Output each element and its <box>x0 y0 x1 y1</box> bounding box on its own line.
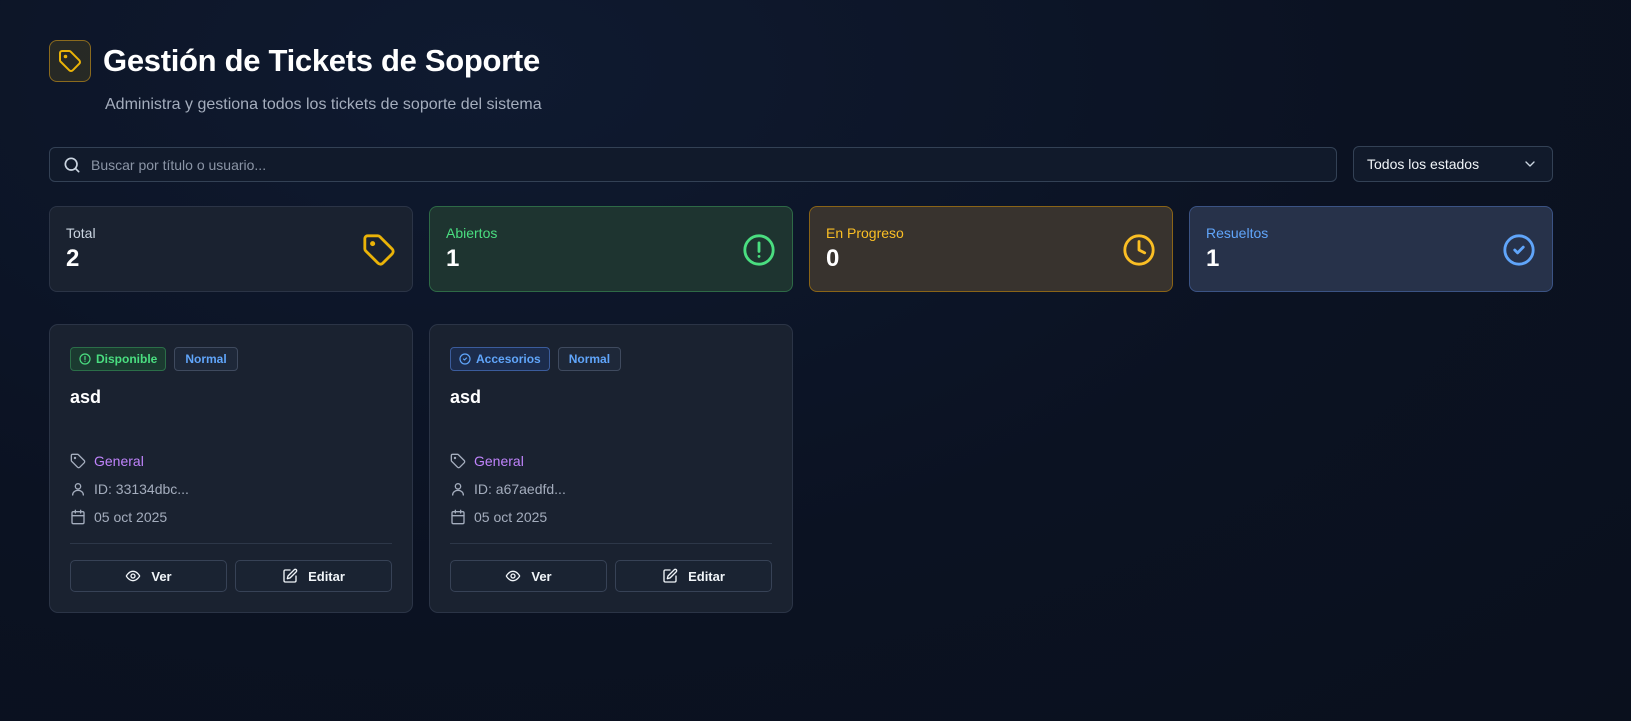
ticket-date-label: 05 oct 2025 <box>94 509 168 525</box>
user-icon <box>72 483 84 496</box>
edit-button-label: Editar <box>308 568 345 584</box>
ticket-user-id: ID: a67aedfd... <box>474 481 566 497</box>
edit-button[interactable]: Editar <box>615 560 772 592</box>
alert-circle-icon <box>79 353 91 365</box>
view-button-label: Ver <box>531 568 552 584</box>
check-circle-icon <box>1503 234 1535 266</box>
view-button[interactable]: Ver <box>450 560 607 592</box>
priority-badge: Normal <box>174 347 238 371</box>
ticket-category-label: General <box>474 453 524 469</box>
ticket-user-id: ID: 33134dbc... <box>94 481 189 497</box>
tag-icon <box>70 453 86 469</box>
calendar-icon <box>71 509 85 525</box>
ticket-category: General <box>450 453 524 469</box>
clock-icon <box>1123 234 1155 266</box>
tag-icon <box>450 453 466 469</box>
stat-value: 1 <box>1206 245 1220 272</box>
priority-badge: Normal <box>557 347 622 371</box>
status-badge-label: Accesorios <box>476 352 541 366</box>
calendar-icon <box>451 509 465 525</box>
stat-card-resolved: Resueltos 1 <box>1189 206 1553 292</box>
ticket-card: Disponible Normal asd General ID: 33134d… <box>49 324 413 613</box>
ticket-date-label: 05 oct 2025 <box>474 509 548 525</box>
stat-label: En Progreso <box>826 225 904 241</box>
stat-card-total: Total 2 <box>49 206 413 292</box>
stat-label: Resueltos <box>1206 225 1269 241</box>
ticket-card: Accesorios Normal asd General ID: a67aed… <box>429 324 793 613</box>
ticket-date: 05 oct 2025 <box>450 509 547 525</box>
ticket-title: asd <box>450 387 482 407</box>
edit-icon <box>663 568 678 583</box>
ticket-user: ID: a67aedfd... <box>450 481 566 497</box>
eye-icon <box>126 570 141 582</box>
eye-icon <box>506 570 521 582</box>
ticket-category: General <box>70 453 144 469</box>
stat-card-in-progress: En Progreso 0 <box>809 206 1173 292</box>
divider <box>450 543 772 544</box>
chevron-down-icon <box>1525 161 1535 167</box>
tag-icon <box>363 234 395 266</box>
search-icon <box>64 157 80 172</box>
stat-value: 1 <box>446 245 460 272</box>
stat-value: 2 <box>66 245 80 272</box>
stat-card-open: Abiertos 1 <box>429 206 793 292</box>
status-badge: Disponible <box>70 347 167 371</box>
alert-circle-icon <box>743 234 775 266</box>
ticket-user: ID: 33134dbc... <box>70 481 189 497</box>
search-input[interactable] <box>91 156 1336 173</box>
view-button-label: Ver <box>151 568 172 584</box>
ticket-date: 05 oct 2025 <box>70 509 167 525</box>
check-circle-icon <box>459 353 471 365</box>
edit-icon <box>283 568 298 583</box>
ticket-title: asd <box>70 387 102 407</box>
search-bar[interactable] <box>49 147 1337 182</box>
stat-label: Abiertos <box>446 225 498 241</box>
status-filter-select[interactable]: Todos los estados <box>1353 146 1553 182</box>
page-subtitle: Administra y gestiona todos los tickets … <box>105 96 542 113</box>
edit-button-label: Editar <box>688 568 725 584</box>
view-button[interactable]: Ver <box>70 560 227 592</box>
page-title: Gestión de Tickets de Soporte <box>103 43 540 78</box>
tag-icon <box>49 40 91 82</box>
ticket-category-label: General <box>94 453 144 469</box>
status-filter-value: Todos los estados <box>1367 156 1480 172</box>
user-icon <box>452 483 464 496</box>
stat-value: 0 <box>826 245 840 272</box>
stat-label: Total <box>66 225 96 241</box>
status-badge-label: Disponible <box>96 352 158 366</box>
page-header: Gestión de Tickets de Soporte Administra… <box>49 40 542 114</box>
status-badge: Accesorios <box>450 347 550 371</box>
divider <box>70 543 392 544</box>
edit-button[interactable]: Editar <box>235 560 392 592</box>
